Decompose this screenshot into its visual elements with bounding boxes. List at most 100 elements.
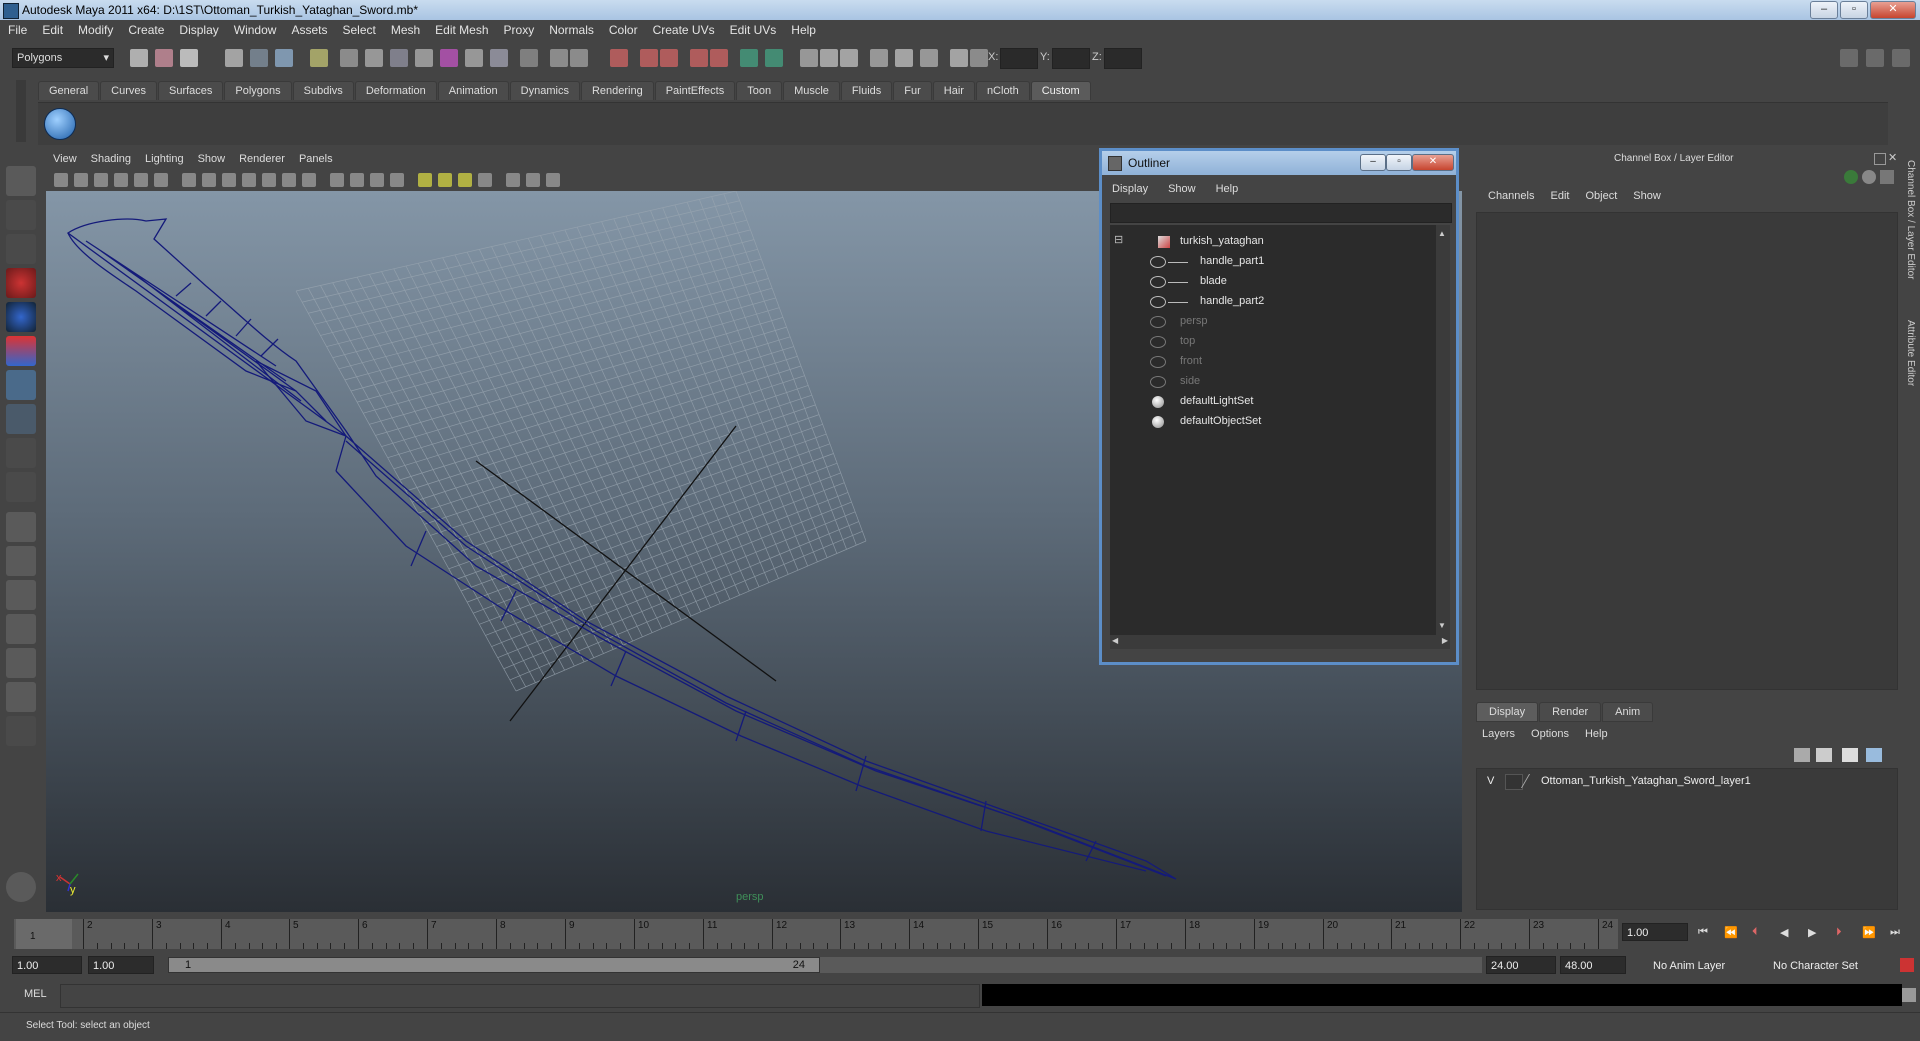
layer-options-icon[interactable] [1842,748,1858,762]
outliner-menu-help[interactable]: Help [1206,181,1249,199]
outliner-item-defaultlightset[interactable]: defaultLightSet [1110,393,1430,411]
menu-modify[interactable]: Modify [70,20,120,41]
outliner-item-turkish_yataghan[interactable]: ⊟ turkish_yataghan [1110,233,1430,251]
channel-box-side-tab[interactable]: Channel Box / Layer Editor [1902,160,1916,280]
two-d-pan-icon[interactable] [134,173,148,187]
shelf-tab-animation[interactable]: Animation [437,81,509,100]
layer-color-icon[interactable] [1520,774,1543,788]
camera-attributes-icon[interactable] [74,173,88,187]
persp-graph-layout-icon[interactable] [6,614,36,644]
attribute-editor-side-tab[interactable]: Attribute Editor [1902,320,1916,386]
layer-visibility-toggle[interactable]: V [1487,775,1494,787]
outliner-menu-show[interactable]: Show [1158,181,1206,199]
menu-select[interactable]: Select [334,20,382,41]
scroll-left-icon[interactable]: ◀ [1112,636,1118,645]
transform-icon[interactable] [970,49,988,67]
select-joints-icon[interactable] [365,49,383,67]
outliner-item-front[interactable]: front [1110,353,1430,371]
wireframe-on-shaded-icon[interactable] [370,173,384,187]
outliner-vertical-scrollbar[interactable]: ▲ ▼ [1436,225,1450,635]
shelf-tab-polygons[interactable]: Polygons [224,81,292,100]
layout-more-icon[interactable] [6,716,36,746]
layer-row[interactable]: V Ottoman_Turkish_Yataghan_Sword_layer1 [1481,773,1891,791]
snap-curve-icon[interactable] [570,49,588,67]
menu-edit-mesh[interactable]: Edit Mesh [427,20,495,41]
history-output-icon[interactable] [710,49,728,67]
open-scene-icon[interactable] [155,49,173,67]
snap-point-icon[interactable] [610,49,628,67]
step-back-frame-icon[interactable]: ⏴ [1752,926,1768,940]
menu-color[interactable]: Color [601,20,645,41]
snap-live-icon[interactable] [660,49,678,67]
shelf-tab-painteffects[interactable]: PaintEffects [654,81,736,100]
animation-start-field[interactable]: 1.00 [12,956,82,974]
mel-input[interactable] [60,984,980,1008]
outliner-filter-input[interactable] [1110,203,1452,223]
new-layer-selected-icon[interactable] [1816,748,1832,762]
shelf-tab-toon[interactable]: Toon [736,81,783,100]
image-plane-icon[interactable] [114,173,128,187]
preferences-icon[interactable] [1900,958,1914,972]
universal-manipulator-icon[interactable] [6,370,36,400]
gate-mask-icon[interactable] [242,173,256,187]
scale-tool-icon[interactable] [6,336,36,366]
anim-layer-dropdown[interactable]: No Anim Layer [1648,956,1746,974]
select-misc-icon[interactable] [520,49,538,67]
viewport-menu-shading[interactable]: Shading [84,151,138,169]
menu-assets[interactable]: Assets [283,20,334,41]
textured-icon[interactable] [390,173,404,187]
bookmarks-icon[interactable] [94,173,108,187]
viewport-menu-lighting[interactable]: Lighting [138,151,191,169]
channel-box-toggle-icon[interactable] [1840,49,1858,67]
select-component-icon[interactable] [275,49,293,67]
pin-icon[interactable] [1880,170,1894,184]
layer-menu-layers[interactable]: Layers [1482,728,1523,740]
tool-settings-toggle-icon[interactable] [1892,49,1910,67]
menu-normals[interactable]: Normals [541,20,601,41]
play-forward-icon[interactable]: ▶ [1808,926,1824,940]
layer-tab-anim[interactable]: Anim [1602,702,1654,722]
outliner-item-persp[interactable]: persp [1110,313,1430,331]
shelf-tab-dynamics[interactable]: Dynamics [509,81,580,100]
shelf-tab-curves[interactable]: Curves [100,81,157,100]
viewport-menu-panels[interactable]: Panels [292,151,340,169]
grid-icon[interactable] [182,173,196,187]
step-back-key-icon[interactable]: ⏪ [1724,926,1740,940]
viewport-menu-renderer[interactable]: Renderer [232,151,292,169]
menu-create[interactable]: Create [120,20,171,41]
select-dynamics-icon[interactable] [465,49,483,67]
persp-outliner-layout-icon[interactable] [6,580,36,610]
range-slider-handle[interactable]: 1 24 [168,957,820,973]
character-set-dropdown[interactable]: No Character Set [1768,956,1876,974]
isolate-select-icon[interactable] [478,173,492,187]
select-surfaces-icon[interactable] [415,49,433,67]
grease-pencil-icon[interactable] [154,173,168,187]
scroll-up-icon[interactable]: ▲ [1438,229,1448,239]
shelf-tab-hair[interactable]: Hair [932,81,975,100]
new-scene-icon[interactable] [130,49,148,67]
close-button[interactable]: ✕ [1870,1,1916,19]
ipr-render-icon[interactable] [820,49,838,67]
menu-display[interactable]: Display [171,20,225,41]
channel-menu-edit[interactable]: Edit [1542,190,1577,202]
timeline-playhead[interactable]: 1 [16,919,72,949]
y-field[interactable] [1052,48,1090,69]
hypershade-icon[interactable] [870,49,888,67]
go-to-start-icon[interactable]: ⏮ [1698,926,1714,940]
outliner-item-handle_part2[interactable]: handle_part2 [1110,293,1430,311]
select-object-icon[interactable] [250,49,268,67]
field-chart-icon[interactable] [262,173,276,187]
quick-help-icon[interactable] [6,872,36,902]
menu-proxy[interactable]: Proxy [496,20,542,41]
select-tool-icon[interactable] [6,166,36,196]
magnet-icon[interactable] [950,49,968,67]
shelf-tab-fur[interactable]: Fur [893,81,932,100]
ambient-occlusion-icon[interactable] [458,173,472,187]
sync-icon[interactable] [1862,170,1876,184]
maximize-button[interactable]: ▫ [1840,1,1868,19]
lasso-tool-icon[interactable] [6,200,36,230]
playback-start-field[interactable]: 1.00 [88,956,154,974]
outliner-item-handle_part1[interactable]: handle_part1 [1110,253,1430,271]
safe-action-icon[interactable] [282,173,296,187]
channel-menu-show[interactable]: Show [1625,190,1669,202]
